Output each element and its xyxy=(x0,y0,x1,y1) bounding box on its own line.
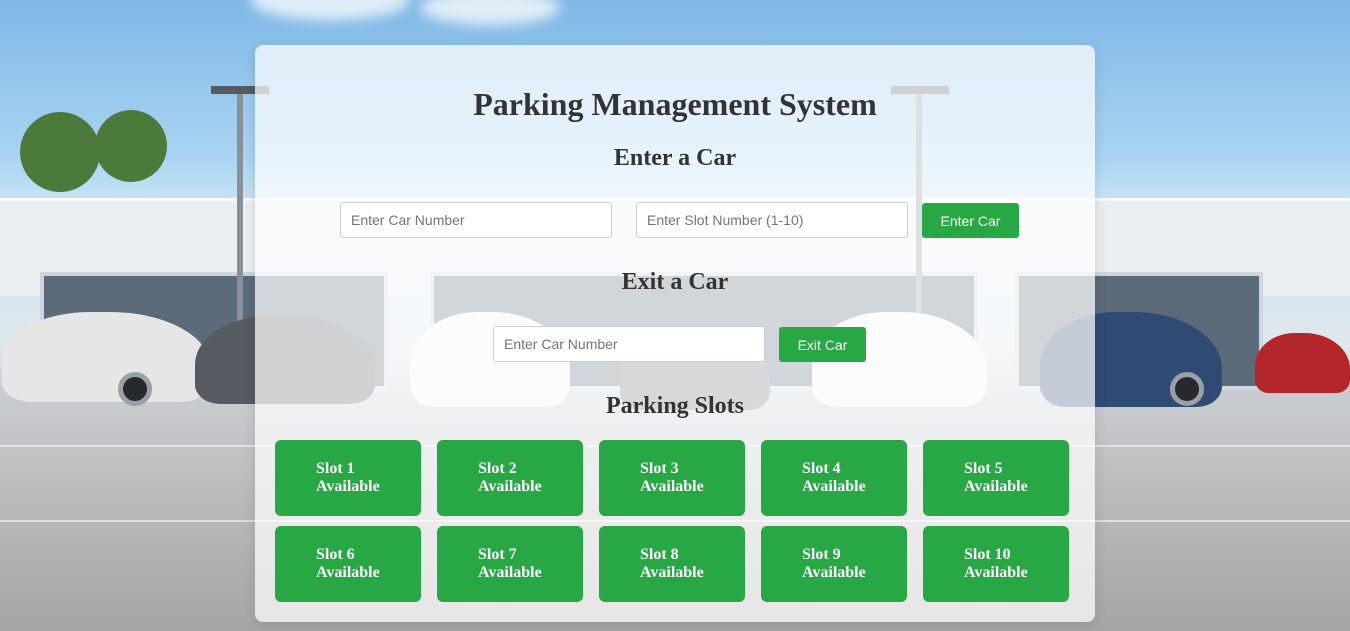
exit-car-heading: Exit a Car xyxy=(621,269,729,295)
parking-slot-3[interactable]: Slot 3 Available xyxy=(599,440,745,516)
slot-status: Available xyxy=(802,564,866,581)
slot-label: Slot 2 xyxy=(478,460,517,477)
page-title: Parking Management System xyxy=(473,86,877,122)
slot-status: Available xyxy=(316,478,380,495)
slot-status: Available xyxy=(478,478,542,495)
parking-slot-7[interactable]: Slot 7 Available xyxy=(437,526,583,602)
parking-slots-grid: Slot 1 Available Slot 2 Available Slot 3… xyxy=(275,440,1069,602)
slot-label: Slot 10 xyxy=(964,546,1011,563)
exit-car-button[interactable]: Exit Car xyxy=(779,327,866,362)
enter-car-number-input[interactable] xyxy=(340,202,612,238)
enter-car-heading: Enter a Car xyxy=(613,145,737,171)
parking-slots-heading: Parking Slots xyxy=(605,393,745,419)
slot-label: Slot 6 xyxy=(316,546,355,563)
slot-status: Available xyxy=(964,564,1028,581)
parking-slot-9[interactable]: Slot 9 Available xyxy=(761,526,907,602)
parking-slot-2[interactable]: Slot 2 Available xyxy=(437,440,583,516)
slot-status: Available xyxy=(964,478,1028,495)
parking-slot-8[interactable]: Slot 8 Available xyxy=(599,526,745,602)
parking-slot-4[interactable]: Slot 4 Available xyxy=(761,440,907,516)
slot-label: Slot 4 xyxy=(802,460,841,477)
slot-label: Slot 7 xyxy=(478,546,517,563)
slot-label: Slot 8 xyxy=(640,546,679,563)
slot-status: Available xyxy=(478,564,542,581)
parking-slot-1[interactable]: Slot 1 Available xyxy=(275,440,421,516)
enter-slot-number-input[interactable] xyxy=(636,202,908,238)
slot-label: Slot 5 xyxy=(964,460,1003,477)
slot-label: Slot 9 xyxy=(802,546,841,563)
parking-slot-5[interactable]: Slot 5 Available xyxy=(923,440,1069,516)
enter-car-button[interactable]: Enter Car xyxy=(922,203,1019,238)
slot-status: Available xyxy=(802,478,866,495)
slot-label: Slot 1 xyxy=(316,460,355,477)
exit-car-number-input[interactable] xyxy=(493,326,765,362)
slot-status: Available xyxy=(640,564,704,581)
slot-status: Available xyxy=(640,478,704,495)
parking-slot-6[interactable]: Slot 6 Available xyxy=(275,526,421,602)
parking-slot-10[interactable]: Slot 10 Available xyxy=(923,526,1069,602)
slot-status: Available xyxy=(316,564,380,581)
slot-label: Slot 3 xyxy=(640,460,679,477)
